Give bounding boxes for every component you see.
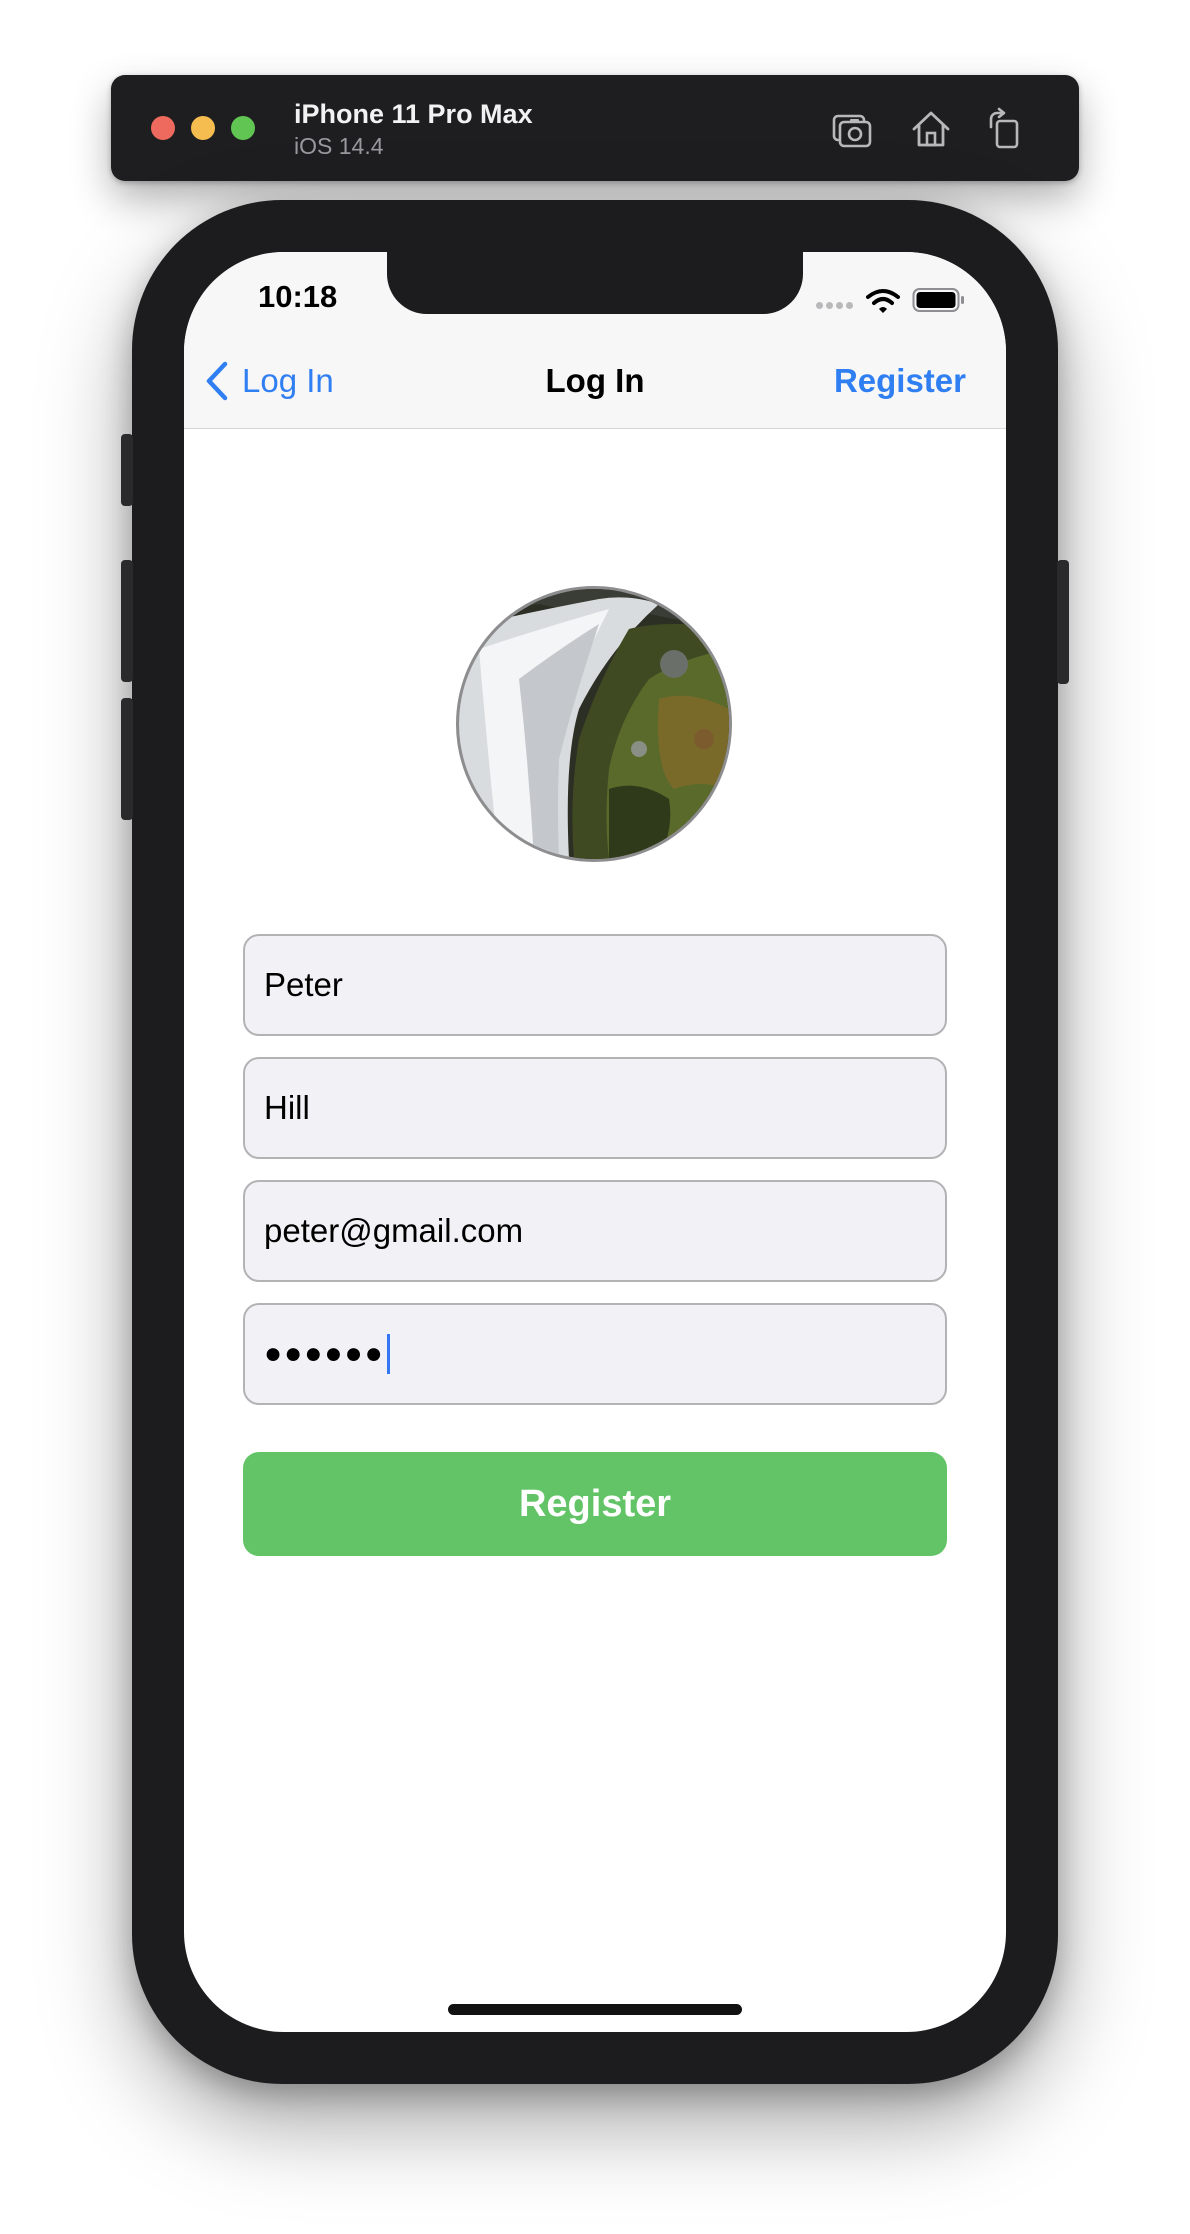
cellular-signal-icon (816, 302, 853, 309)
simulator-window: iPhone 11 Pro Max iOS 14.4 10:18 Log In … (0, 0, 1190, 2234)
screenshot-icon[interactable] (831, 107, 875, 151)
password-value: ●●●●●● (264, 1337, 385, 1370)
email-value: peter@gmail.com (264, 1212, 524, 1249)
close-window-button[interactable] (151, 116, 175, 140)
volume-up-button (121, 560, 133, 682)
text-cursor (386, 1334, 390, 1374)
waterfall-photo (459, 589, 729, 859)
back-button-label: Log In (242, 362, 334, 399)
minimize-window-button[interactable] (191, 116, 215, 140)
register-button[interactable]: Register (243, 1452, 947, 1556)
rotate-icon[interactable] (983, 107, 1027, 151)
battery-icon (912, 288, 964, 312)
avatar[interactable] (456, 586, 732, 862)
back-button[interactable]: Log In (204, 360, 334, 402)
wifi-icon (866, 289, 900, 313)
zoom-window-button[interactable] (231, 116, 255, 140)
chevron-left-icon (206, 361, 228, 401)
notch (387, 252, 803, 314)
device-name: iPhone 11 Pro Max (294, 99, 533, 129)
simulator-titlebar: iPhone 11 Pro Max iOS 14.4 (111, 75, 1079, 181)
nav-register-button[interactable]: Register (834, 362, 966, 400)
password-field[interactable]: ●●●●●● (243, 1303, 947, 1405)
silent-switch (121, 434, 133, 506)
phone-screen: 10:18 Log In Log In Register Peter Hill … (184, 252, 1006, 2032)
volume-down-button (121, 698, 133, 820)
first-name-field[interactable]: Peter (243, 934, 947, 1036)
home-icon[interactable] (909, 107, 953, 151)
status-time: 10:18 (258, 279, 338, 314)
power-button (1057, 560, 1069, 684)
last-name-value: Hill (264, 1089, 310, 1126)
os-version: iOS 14.4 (294, 133, 384, 159)
last-name-field[interactable]: Hill (243, 1057, 947, 1159)
home-indicator[interactable] (448, 2004, 742, 2015)
email-field[interactable]: peter@gmail.com (243, 1180, 947, 1282)
first-name-value: Peter (264, 966, 343, 1003)
